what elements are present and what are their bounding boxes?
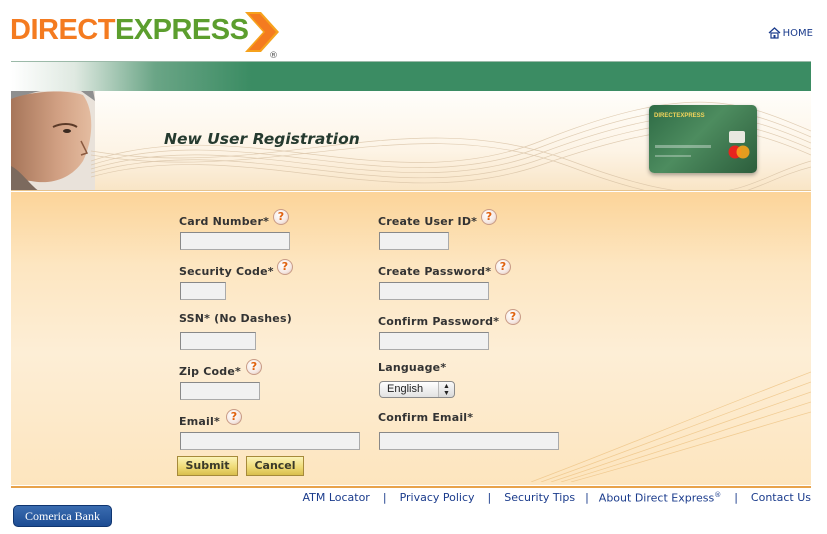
hero-banner: New User Registration DIRECTEXPRESS: [11, 91, 811, 191]
debit-card-image: DIRECTEXPRESS: [649, 105, 757, 173]
user-id-help-icon[interactable]: ?: [481, 209, 497, 225]
decorative-waves-lower: [531, 371, 811, 482]
password-label: Create Password*: [378, 265, 492, 278]
user-id-label: Create User ID*: [378, 215, 478, 228]
security-code-help-icon[interactable]: ?: [277, 259, 293, 275]
card-number-label: Card Number*: [179, 215, 270, 228]
logo-registered-mark: ®: [269, 51, 278, 61]
email-input[interactable]: [180, 432, 360, 450]
privacy-policy-link[interactable]: Privacy Policy: [400, 491, 475, 505]
card-name-strip: [655, 155, 691, 157]
footer-separator: |: [585, 491, 589, 504]
language-selected-value: English: [387, 383, 424, 395]
confirm-email-input[interactable]: [379, 432, 559, 450]
security-code-input[interactable]: [180, 282, 226, 300]
footer-divider: [11, 486, 811, 488]
about-registered-mark: ®: [714, 491, 722, 499]
zip-code-label: Zip Code*: [179, 365, 241, 378]
footer-separator: |: [487, 491, 492, 504]
language-label: Language*: [378, 361, 447, 374]
confirm-email-label: Confirm Email*: [378, 411, 474, 424]
footer-separator: |: [734, 491, 738, 504]
submit-button[interactable]: Submit: [177, 456, 238, 476]
password-input[interactable]: [379, 282, 489, 300]
card-logo-text: DIRECTEXPRESS: [654, 113, 705, 119]
logo-express: EXPRESS: [114, 14, 249, 46]
man-photo: [11, 91, 95, 190]
zip-code-help-icon[interactable]: ?: [246, 359, 262, 375]
home-link[interactable]: HOME: [768, 27, 813, 39]
confirm-password-label: Confirm Password*: [378, 315, 500, 328]
logo-direct: DIRECT: [10, 14, 115, 46]
footer-separator: |: [382, 491, 387, 504]
select-arrows-icon: ▲ ▼: [438, 382, 454, 397]
email-label: Email*: [179, 415, 220, 428]
security-code-label: Security Code*: [179, 265, 274, 278]
password-help-icon[interactable]: ?: [495, 259, 511, 275]
confirm-password-help-icon[interactable]: ?: [505, 309, 521, 325]
mastercard-icon: [728, 145, 750, 159]
user-id-input[interactable]: [379, 232, 449, 250]
language-select[interactable]: English ▲ ▼: [379, 381, 455, 398]
home-icon: [768, 27, 781, 39]
comerica-bank-logo[interactable]: Comerica Bank: [13, 505, 112, 527]
home-label: HOME: [782, 27, 813, 39]
email-help-icon[interactable]: ?: [226, 409, 242, 425]
about-direct-express-link[interactable]: About Direct Express®: [599, 491, 721, 505]
card-number-help-icon[interactable]: ?: [273, 209, 289, 225]
logo-text: DIRECTEXPRESS: [10, 14, 249, 47]
atm-locator-link[interactable]: ATM Locator: [302, 491, 369, 505]
confirm-password-input[interactable]: [379, 332, 489, 350]
footer-nav: ATM Locator | Privacy Policy | Security …: [302, 491, 811, 505]
security-tips-link[interactable]: Security Tips: [504, 491, 575, 505]
page-title: New User Registration: [164, 130, 360, 148]
card-chip: [729, 131, 745, 143]
ssn-label: SSN* (No Dashes): [179, 312, 292, 325]
logo-chevron-icon: [245, 12, 279, 52]
green-banner-bar: [11, 61, 811, 91]
zip-code-input[interactable]: [180, 382, 260, 400]
cancel-button[interactable]: Cancel: [246, 456, 304, 476]
card-number-input[interactable]: [180, 232, 290, 250]
ssn-input[interactable]: [180, 332, 256, 350]
card-number-strip: [655, 145, 711, 148]
about-label: About Direct Express: [598, 491, 715, 505]
direct-express-logo: DIRECTEXPRESS ®: [10, 10, 280, 61]
contact-us-link[interactable]: Contact Us: [751, 491, 811, 505]
